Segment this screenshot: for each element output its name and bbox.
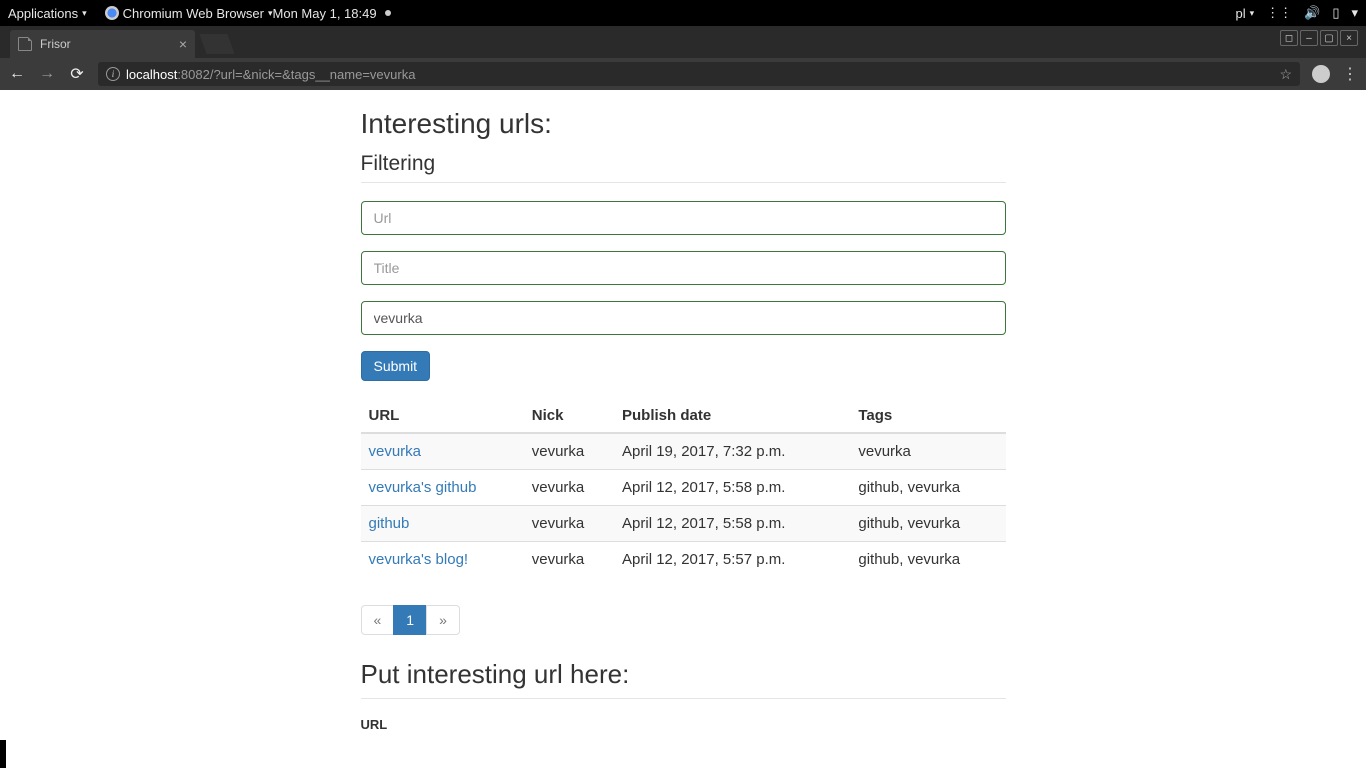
url-field[interactable]: i localhost:8082/?url=&nick=&tags__name=… bbox=[98, 62, 1300, 86]
browser-tab[interactable]: Frisor × bbox=[10, 30, 195, 58]
volume-icon[interactable]: 🔊 bbox=[1304, 5, 1320, 21]
forward-button[interactable]: → bbox=[38, 65, 56, 83]
url-filter-input[interactable] bbox=[361, 201, 1006, 235]
table-row: vevurka's github vevurka April 12, 2017,… bbox=[361, 470, 1006, 506]
new-tab-button[interactable] bbox=[199, 34, 234, 54]
table-row: vevurka vevurka April 19, 2017, 7:32 p.m… bbox=[361, 433, 1006, 470]
browser-chrome: Frisor × ◻ – ▢ × ← → ⟳ i localhost:8082/… bbox=[0, 26, 1366, 90]
page-title: Interesting urls: bbox=[361, 108, 1006, 140]
put-url-heading: Put interesting url here: bbox=[361, 659, 1006, 699]
applications-menu[interactable]: Applications▾ bbox=[8, 6, 87, 21]
extension-icon[interactable] bbox=[1312, 65, 1330, 83]
system-menu[interactable]: ▾ bbox=[1351, 5, 1358, 21]
submit-button[interactable]: Submit bbox=[361, 351, 431, 381]
tag-filter-input[interactable] bbox=[361, 301, 1006, 335]
tab-title: Frisor bbox=[40, 37, 71, 51]
gnome-top-bar: Applications▾ Chromium Web Browser▾ Mon … bbox=[0, 0, 1366, 26]
minimize-button[interactable]: – bbox=[1300, 30, 1318, 46]
bookmark-icon[interactable]: ☆ bbox=[1279, 66, 1292, 83]
col-date: Publish date bbox=[614, 399, 850, 433]
col-nick: Nick bbox=[524, 399, 614, 433]
page-icon bbox=[18, 37, 32, 51]
active-app-menu[interactable]: Chromium Web Browser▾ bbox=[105, 6, 273, 21]
keyboard-layout[interactable]: pl▾ bbox=[1235, 6, 1254, 21]
wifi-icon[interactable]: ⋮⋮ bbox=[1266, 5, 1292, 21]
results-table: URL Nick Publish date Tags vevurka vevur… bbox=[361, 399, 1006, 577]
battery-icon[interactable]: ▯ bbox=[1332, 5, 1339, 21]
table-row: vevurka's blog! vevurka April 12, 2017, … bbox=[361, 542, 1006, 578]
tab-strip: Frisor × ◻ – ▢ × bbox=[0, 26, 1366, 58]
maximize-button[interactable]: ▢ bbox=[1320, 30, 1338, 46]
result-link[interactable]: vevurka's blog! bbox=[369, 551, 469, 568]
page-prev[interactable]: « bbox=[361, 605, 395, 635]
url-label: URL bbox=[361, 717, 1006, 732]
clock[interactable]: Mon May 1, 18:49 bbox=[273, 6, 1236, 21]
decorative-notch bbox=[0, 740, 6, 768]
back-button[interactable]: ← bbox=[8, 65, 26, 83]
filter-heading: Filtering bbox=[361, 152, 1006, 183]
table-row: github vevurka April 12, 2017, 5:58 p.m.… bbox=[361, 506, 1006, 542]
page-1[interactable]: 1 bbox=[393, 605, 427, 635]
page-next[interactable]: » bbox=[426, 605, 460, 635]
browser-menu-icon[interactable]: ⋮ bbox=[1342, 64, 1358, 84]
close-tab-icon[interactable]: × bbox=[179, 36, 187, 52]
result-link[interactable]: vevurka bbox=[369, 443, 422, 460]
pagination: « 1 » bbox=[361, 605, 460, 635]
page-viewport[interactable]: Interesting urls: Filtering Submit URL N… bbox=[0, 90, 1366, 768]
site-info-icon[interactable]: i bbox=[106, 67, 120, 81]
result-link[interactable]: github bbox=[369, 515, 410, 532]
col-tags: Tags bbox=[850, 399, 1005, 433]
col-url: URL bbox=[361, 399, 524, 433]
address-bar: ← → ⟳ i localhost:8082/?url=&nick=&tags_… bbox=[0, 58, 1366, 90]
title-filter-input[interactable] bbox=[361, 251, 1006, 285]
result-link[interactable]: vevurka's github bbox=[369, 479, 477, 496]
user-icon[interactable]: ◻ bbox=[1280, 30, 1298, 46]
chromium-icon bbox=[105, 6, 119, 20]
close-window-button[interactable]: × bbox=[1340, 30, 1358, 46]
reload-button[interactable]: ⟳ bbox=[68, 64, 86, 84]
